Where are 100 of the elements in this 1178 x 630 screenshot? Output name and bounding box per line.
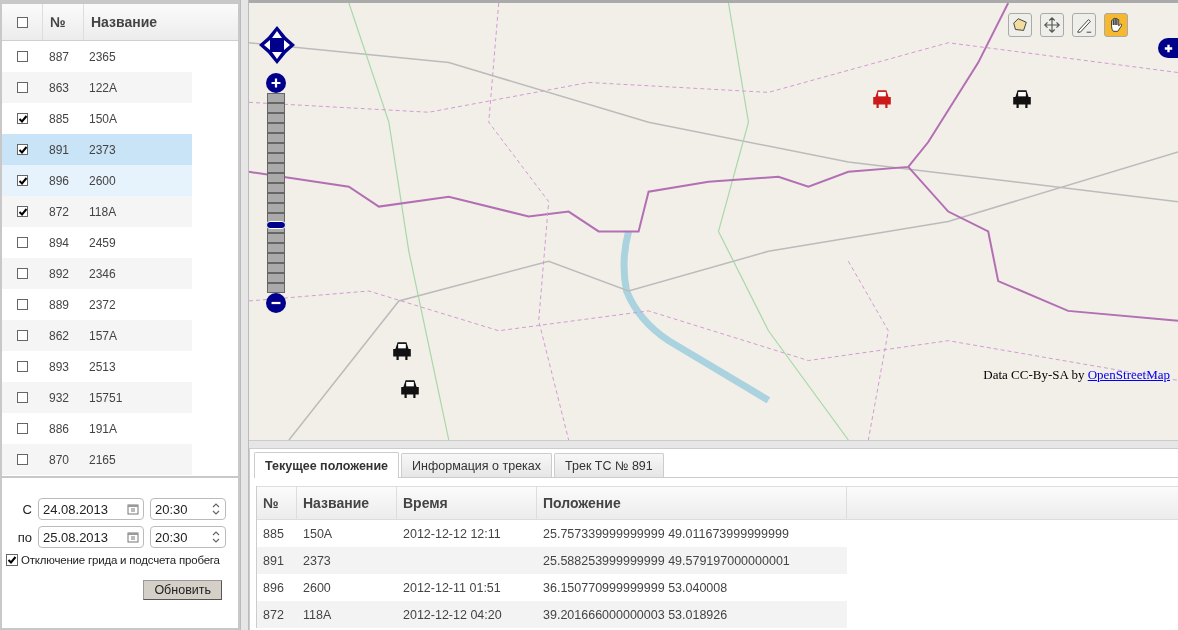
table-cell-text: 2346	[89, 265, 117, 283]
row-checkbox[interactable]	[16, 268, 28, 279]
row-checkbox[interactable]	[16, 454, 28, 465]
tab[interactable]: Информация о треках	[401, 453, 553, 477]
tab[interactable]: Текущее положение	[254, 452, 400, 478]
spinner-icon[interactable]	[211, 502, 221, 516]
vehicle-row[interactable]: 889 2372	[2, 289, 192, 320]
vehicle-row[interactable]: 891 2373	[2, 134, 192, 165]
spinner-icon[interactable]	[211, 530, 221, 544]
row-checkbox[interactable]	[16, 175, 28, 186]
table-cell-text: 2365	[89, 48, 117, 66]
row-checkbox[interactable]	[16, 330, 28, 341]
refresh-button[interactable]: Обновить	[143, 580, 222, 600]
move-arrows-icon	[1043, 16, 1061, 34]
row-checkbox[interactable]	[16, 206, 28, 217]
table-cell-text: 892	[48, 265, 71, 283]
table-cell-text: 2012-12-12 12:11	[402, 526, 502, 541]
draw-tool-button[interactable]	[1072, 13, 1096, 37]
field-label: по	[16, 529, 32, 545]
column-header[interactable]: Положение	[537, 487, 847, 519]
table-cell-text: 885	[262, 526, 285, 541]
table-cell-text: 25.757339999999999 49.011673999999999	[542, 526, 790, 541]
time-field[interactable]: 20:30	[150, 498, 226, 520]
tab[interactable]: Трек ТС № 891	[554, 453, 664, 477]
column-header[interactable]: Название	[84, 4, 238, 40]
row-checkbox[interactable]	[16, 423, 28, 434]
table-cell-text: 39.201666000000003 53.018926	[542, 607, 729, 622]
table-cell-text: 150A	[302, 526, 334, 541]
select-all-checkbox[interactable]	[16, 16, 28, 28]
pan-control[interactable]	[257, 25, 297, 65]
table-cell-text: 887	[48, 48, 71, 66]
vehicle-row[interactable]: 896 2600	[2, 165, 192, 196]
row-checkbox[interactable]	[16, 51, 28, 62]
table-cell-text: 885	[48, 110, 71, 128]
vehicle-row[interactable]: 885 150A	[2, 103, 192, 134]
table-cell-text: 891	[48, 141, 71, 159]
column-header[interactable]: Время	[397, 487, 537, 519]
openstreetmap-link[interactable]: OpenStreetMap	[1087, 367, 1170, 382]
table-cell-text: 15751	[89, 389, 124, 407]
table-cell-text: 870	[48, 451, 71, 469]
table-cell-text: 25.588253999999999 49.579197000000001	[542, 553, 791, 568]
option-label: Отключение грида и подсчета пробега	[21, 554, 220, 566]
move-tool-button[interactable]	[1040, 13, 1064, 37]
layer-switcher-button[interactable]	[1158, 38, 1178, 58]
pan-tool-button[interactable]	[1104, 13, 1128, 37]
column-header[interactable]: №	[43, 4, 84, 40]
table-cell-text: 891	[262, 553, 285, 568]
row-checkbox[interactable]	[16, 392, 28, 403]
table-cell-text: 157A	[89, 327, 119, 345]
vehicle-row[interactable]: 894 2459	[2, 227, 192, 258]
table-cell-text: 118A	[302, 607, 333, 622]
table-cell-text: 36.150770999999999 53.040008	[542, 580, 729, 595]
table-cell-text: 2513	[89, 358, 117, 376]
table-cell-text: 2372	[89, 296, 117, 314]
zoom-slider[interactable]	[267, 93, 285, 293]
vehicle-row[interactable]: 887 2365	[2, 41, 192, 72]
table-cell-text: 150A	[89, 110, 119, 128]
vehicle-row[interactable]: 892 2346	[2, 258, 192, 289]
table-cell-text: 862	[48, 327, 71, 345]
car-icon[interactable]	[1011, 87, 1033, 109]
vehicle-row[interactable]: 862 157A	[2, 320, 192, 351]
table-cell-text: 191A	[89, 420, 119, 438]
table-cell-text: 896	[48, 172, 71, 190]
polygon-tool-button[interactable]	[1008, 13, 1032, 37]
calendar-icon[interactable]	[127, 503, 139, 515]
column-header[interactable]: №	[257, 487, 297, 519]
row-checkbox[interactable]	[16, 237, 28, 248]
date-field[interactable]: 24.08.2013	[38, 498, 144, 520]
table-cell-text: 889	[48, 296, 71, 314]
calendar-icon[interactable]	[127, 531, 139, 543]
date-field[interactable]: 25.08.2013	[38, 526, 144, 548]
row-checkbox[interactable]	[16, 361, 28, 372]
table-cell-text: 2373	[89, 141, 117, 159]
table-cell-text: 2165	[89, 451, 117, 469]
table-cell-text: 894	[48, 234, 71, 252]
table-cell-text: 2459	[89, 234, 117, 252]
column-header[interactable]: Название	[297, 487, 397, 519]
table-cell-text: 2600	[89, 172, 117, 190]
table-cell-text: 886	[48, 420, 71, 438]
vehicle-row[interactable]: 870 2165	[2, 444, 192, 475]
vehicle-row[interactable]: 932 15751	[2, 382, 192, 413]
vehicle-row[interactable]: 863 122A	[2, 72, 192, 103]
car-icon[interactable]	[391, 339, 413, 361]
table-cell-text: 2012-12-11 01:51	[402, 580, 502, 595]
table-cell-text: 872	[262, 607, 285, 622]
vehicle-row[interactable]: 886 191A	[2, 413, 192, 444]
car-icon[interactable]	[399, 377, 421, 399]
vehicle-row[interactable]: 872 118A	[2, 196, 192, 227]
field-label: С	[21, 501, 32, 517]
row-checkbox[interactable]	[16, 299, 28, 310]
row-checkbox[interactable]	[16, 144, 28, 155]
zoom-slider-thumb[interactable]	[266, 220, 286, 229]
table-cell-text: 896	[262, 580, 285, 595]
row-checkbox[interactable]	[16, 113, 28, 124]
polygon-icon	[1011, 16, 1029, 34]
row-checkbox[interactable]	[16, 82, 28, 93]
vehicle-row[interactable]: 893 2513	[2, 351, 192, 382]
option-checkbox[interactable]	[6, 554, 18, 566]
time-field[interactable]: 20:30	[150, 526, 226, 548]
attribution-text: Data CC-By-SA by	[983, 367, 1085, 382]
